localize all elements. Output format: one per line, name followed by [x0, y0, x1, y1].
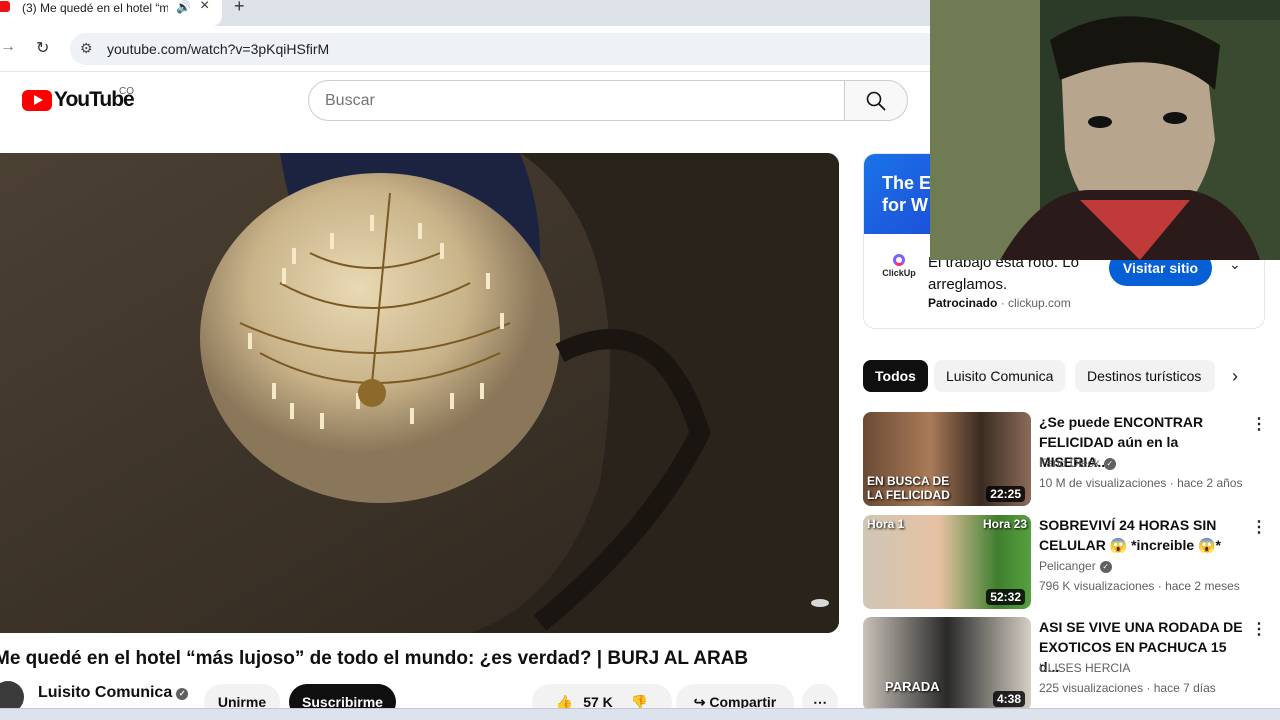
- tab-title: (3) Me quedé en el hotel “m: [22, 1, 168, 15]
- search-button[interactable]: [844, 80, 908, 121]
- verified-badge-icon: ✓: [176, 688, 189, 700]
- youtube-logo-icon[interactable]: [22, 90, 52, 111]
- url-text[interactable]: youtube.com/watch?v=3pKqiHSfirM: [107, 41, 329, 57]
- thumbnail-text: PARADA: [885, 679, 940, 694]
- speaker-icon[interactable]: 🔊: [176, 0, 191, 14]
- thumbnail-text-left: Hora 1: [867, 517, 905, 531]
- new-tab-button[interactable]: +: [234, 0, 245, 17]
- video-thumbnail[interactable]: Hora 1 Hora 23 52:32: [863, 515, 1031, 609]
- recommendation-channel[interactable]: ULISES HERCIA: [1039, 661, 1130, 675]
- chip-todos[interactable]: Todos: [863, 360, 928, 392]
- kebab-menu-icon[interactable]: ⋮: [1251, 619, 1267, 639]
- search-icon: [866, 91, 886, 111]
- reload-icon[interactable]: ↻: [36, 38, 49, 58]
- duration-badge: 4:38: [992, 691, 1025, 707]
- webcam-feed-image: [930, 0, 1280, 260]
- video-thumbnail[interactable]: PARADA 4:38: [863, 617, 1031, 711]
- ad-domain: clickup.com: [1008, 296, 1071, 310]
- recommendation-channel[interactable]: Farid Dieck ✓: [1039, 456, 1116, 470]
- duration-badge: 22:25: [986, 486, 1025, 502]
- recommendation-item[interactable]: Hora 1 Hora 23 52:32 SOBREVIVÍ 24 HORAS …: [863, 515, 1273, 611]
- browser-tab-strip: (3) Me quedé en el hotel “m 🔊 × +: [0, 0, 930, 26]
- chip-destinos-turisticos[interactable]: Destinos turísticos: [1075, 360, 1215, 392]
- recommendation-meta: 796 K visualizaciones · hace 2 meses: [1039, 579, 1240, 593]
- search-input[interactable]: Buscar: [308, 80, 845, 121]
- chip-luisito-comunica[interactable]: Luisito Comunica: [934, 360, 1066, 392]
- channel-name[interactable]: Luisito Comunica ✓: [38, 684, 189, 702]
- recommendation-channel[interactable]: Pelicanger ✓: [1039, 559, 1112, 573]
- omnibox[interactable]: ⚙ youtube.com/watch?v=3pKqiHSfirM: [70, 33, 930, 65]
- video-player[interactable]: [0, 153, 839, 633]
- os-taskbar[interactable]: [0, 708, 1280, 720]
- verified-badge-icon: ✓: [1099, 561, 1112, 573]
- duration-badge: 52:32: [986, 589, 1025, 605]
- advertiser-logo: ClickUp: [882, 254, 916, 278]
- clickup-logo-icon: [893, 254, 905, 266]
- site-settings-icon[interactable]: ⚙: [80, 40, 93, 57]
- video-title: Me quedé en el hotel “más lujoso” de tod…: [0, 648, 749, 669]
- webcam-overlay: [930, 0, 1280, 260]
- close-tab-icon[interactable]: ×: [200, 0, 209, 15]
- video-frame-chandelier: [0, 153, 839, 633]
- recommendation-meta: 225 visualizaciones · hace 7 días: [1039, 681, 1216, 695]
- youtube-favicon-icon: [0, 1, 10, 12]
- forward-arrow-icon[interactable]: →: [0, 38, 16, 56]
- advertiser-name: ClickUp: [882, 268, 916, 278]
- chevron-right-icon[interactable]: ›: [1232, 366, 1238, 387]
- recommendation-item[interactable]: EN BUSCA DE LA FELICIDAD 22:25 ¿Se puede…: [863, 412, 1273, 508]
- thumbnail-text: EN BUSCA DE LA FELICIDAD: [867, 474, 950, 502]
- browser-tab[interactable]: (3) Me quedé en el hotel “m 🔊 ×: [0, 0, 222, 26]
- ad-meta: Patrocinado · clickup.com: [928, 296, 1071, 310]
- recommendation-meta: 10 M de visualizaciones · hace 2 años: [1039, 476, 1243, 490]
- recommendation-item[interactable]: PARADA 4:38 ASI SE VIVE UNA RODADA DE EX…: [863, 617, 1273, 713]
- video-thumbnail[interactable]: EN BUSCA DE LA FELICIDAD 22:25: [863, 412, 1031, 506]
- search-placeholder: Buscar: [325, 92, 375, 109]
- sponsored-label: Patrocinado: [928, 296, 998, 310]
- verified-badge-icon: ✓: [1103, 458, 1116, 470]
- country-code: CO: [119, 86, 134, 97]
- address-bar-row: → ↻ ⚙ youtube.com/watch?v=3pKqiHSfirM: [0, 26, 930, 72]
- kebab-menu-icon[interactable]: ⋮: [1251, 414, 1267, 434]
- thumbnail-text-right: Hora 23: [982, 517, 1027, 531]
- recommendation-title[interactable]: SOBREVIVÍ 24 HORAS SIN CELULAR 😱 *increi…: [1039, 515, 1244, 555]
- kebab-menu-icon[interactable]: ⋮: [1251, 517, 1267, 537]
